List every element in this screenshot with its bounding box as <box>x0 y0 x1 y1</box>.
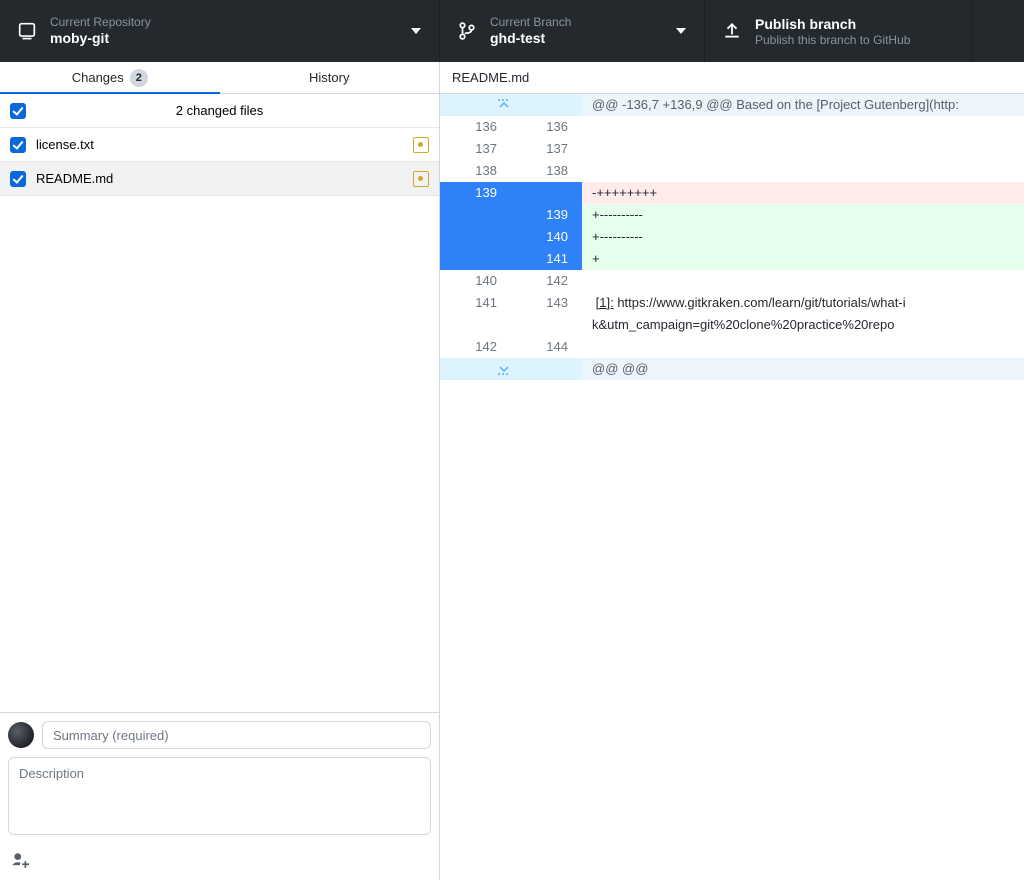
old-line-num: 136 <box>440 116 511 138</box>
add-coauthor-button[interactable] <box>8 848 32 872</box>
file-row[interactable]: license.txt <box>0 128 439 162</box>
new-line-num: 138 <box>511 160 582 182</box>
new-line-num: 137 <box>511 138 582 160</box>
new-line-num: 139 <box>511 204 582 226</box>
toolbar-extra[interactable] <box>972 0 1024 62</box>
diff-row: 141+ <box>440 248 1024 270</box>
avatar <box>8 722 34 748</box>
diff-code: -++++++++ <box>582 182 1024 204</box>
tab-history-label: History <box>309 70 349 85</box>
diff-code: k&utm_campaign=git%20clone%20practice%20… <box>582 314 1024 336</box>
old-line-num: 141 <box>440 292 511 314</box>
toolbar-branch[interactable]: Current Branch ghd-test <box>440 0 705 62</box>
old-line-num: 142 <box>440 336 511 358</box>
publish-sub: Publish this branch to GitHub <box>755 33 910 47</box>
diff-row: 141143 [1]: https://www.gitkraken.com/le… <box>440 292 1024 314</box>
file-checkbox[interactable] <box>10 171 26 187</box>
diff-code: +---------- <box>582 204 1024 226</box>
old-line-num: 139 <box>440 182 511 204</box>
publish-title: Publish branch <box>755 15 910 33</box>
chevron-down-icon <box>411 28 421 34</box>
new-line-num: 142 <box>511 270 582 292</box>
expand-hunk-icon[interactable] <box>440 358 582 380</box>
new-line-num: 141 <box>511 248 582 270</box>
repo-icon <box>18 22 36 40</box>
new-line-num: 143 <box>511 292 582 314</box>
new-line-num <box>511 182 582 204</box>
diff-code: @@ -136,7 +136,9 @@ Based on the [Projec… <box>582 94 1024 116</box>
old-line-num <box>440 314 511 336</box>
select-all-checkbox[interactable] <box>10 103 26 119</box>
diff-row: 140142 <box>440 270 1024 292</box>
old-line-num <box>440 248 511 270</box>
repo-label: Current Repository <box>50 15 151 29</box>
commit-form <box>0 712 439 880</box>
branch-icon <box>458 22 476 40</box>
old-line-num: 138 <box>440 160 511 182</box>
repo-name: moby-git <box>50 29 151 47</box>
ref-link[interactable]: [1]: <box>596 295 614 310</box>
diff-code <box>582 138 1024 160</box>
diff-code <box>582 270 1024 292</box>
diff-row[interactable]: @@ -136,7 +136,9 @@ Based on the [Projec… <box>440 94 1024 116</box>
diff-row: 142144 <box>440 336 1024 358</box>
file-checkbox[interactable] <box>10 137 26 153</box>
diff-row: 140+---------- <box>440 226 1024 248</box>
old-line-num <box>440 226 511 248</box>
file-list-header: 2 changed files <box>0 94 439 128</box>
diff-code <box>582 160 1024 182</box>
upload-icon <box>723 22 741 40</box>
new-line-num: 144 <box>511 336 582 358</box>
tab-changes[interactable]: Changes 2 <box>0 62 220 93</box>
diff-row: 139 -++++++++ <box>440 182 1024 204</box>
expand-hunk-icon[interactable] <box>440 94 582 116</box>
diff-file-name: README.md <box>452 70 529 85</box>
diff-code: [1]: https://www.gitkraken.com/learn/git… <box>582 292 1024 314</box>
diff-file-header: README.md <box>440 62 1024 94</box>
modified-icon <box>413 137 429 153</box>
toolbar-repo[interactable]: Current Repository moby-git <box>0 0 440 62</box>
old-line-num: 137 <box>440 138 511 160</box>
diff-code: +---------- <box>582 226 1024 248</box>
diff-row: 136136 <box>440 116 1024 138</box>
chevron-down-icon <box>676 28 686 34</box>
diff-code <box>582 336 1024 358</box>
commit-description-input[interactable] <box>8 757 431 835</box>
diff-code: @@ @@ <box>582 358 1024 380</box>
diff-row: 137137 <box>440 138 1024 160</box>
tab-history[interactable]: History <box>220 62 440 93</box>
modified-icon <box>413 171 429 187</box>
toolbar-publish[interactable]: Publish branch Publish this branch to Gi… <box>705 0 972 62</box>
diff-code: + <box>582 248 1024 270</box>
diff-row[interactable]: @@ @@ <box>440 358 1024 380</box>
diff-row: 139+---------- <box>440 204 1024 226</box>
commit-summary-input[interactable] <box>42 721 431 749</box>
new-line-num <box>511 314 582 336</box>
new-line-num: 136 <box>511 116 582 138</box>
diff-row: k&utm_campaign=git%20clone%20practice%20… <box>440 314 1024 336</box>
file-name: README.md <box>36 171 413 186</box>
new-line-num: 140 <box>511 226 582 248</box>
tab-changes-label: Changes <box>72 70 124 85</box>
diff-row: 138138 <box>440 160 1024 182</box>
branch-label: Current Branch <box>490 15 571 29</box>
old-line-num: 140 <box>440 270 511 292</box>
branch-name: ghd-test <box>490 29 571 47</box>
diff-code <box>582 116 1024 138</box>
file-name: license.txt <box>36 137 413 152</box>
files-summary: 2 changed files <box>0 103 439 118</box>
old-line-num <box>440 204 511 226</box>
changes-count-badge: 2 <box>130 69 148 87</box>
file-row[interactable]: README.md <box>0 162 439 196</box>
